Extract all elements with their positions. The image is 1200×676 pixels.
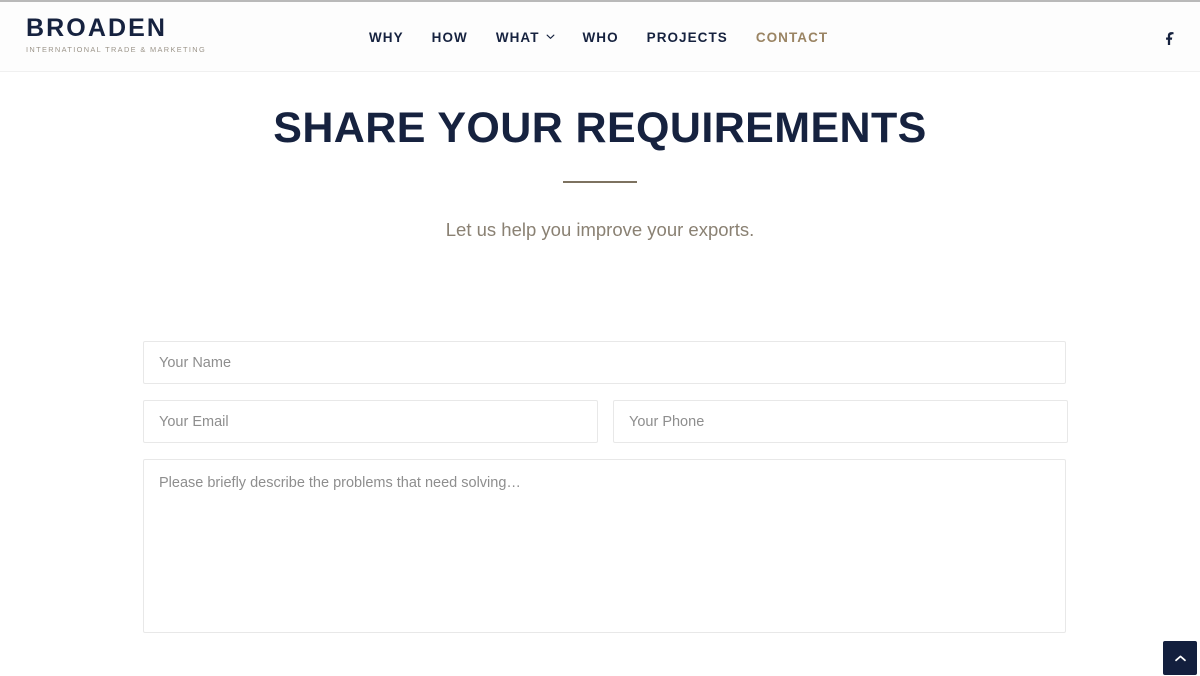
viewport-top-edge [0, 0, 1200, 2]
phone-input[interactable] [613, 400, 1068, 443]
message-textarea[interactable] [143, 459, 1066, 633]
nav-item-what[interactable]: WHAT [482, 30, 569, 45]
form-row-name [143, 341, 1066, 384]
main-navigation: WHY HOW WHAT WHO PROJECTS CONTACT [355, 2, 842, 72]
name-input[interactable] [143, 341, 1066, 384]
nav-label-why: WHY [369, 29, 404, 45]
nav-label-contact: CONTACT [755, 29, 829, 45]
page-content: SHARE YOUR REQUIREMENTS Let us help you … [0, 72, 1200, 676]
nav-item-who[interactable]: WHO [569, 30, 633, 45]
form-row-contact [143, 400, 1068, 443]
nav-label-what: WHAT [495, 29, 540, 45]
page-title: SHARE YOUR REQUIREMENTS [273, 104, 927, 152]
page-subtitle: Let us help you improve your exports. [445, 219, 755, 241]
form-row-message [143, 459, 1066, 633]
nav-item-why[interactable]: WHY [355, 30, 418, 45]
facebook-icon[interactable] [1158, 25, 1182, 49]
nav-item-how[interactable]: HOW [418, 30, 482, 45]
nav-label-projects: PROJECTS [646, 29, 728, 45]
nav-label-how: HOW [431, 29, 468, 45]
nav-label-who: WHO [582, 29, 619, 45]
brand-name: BROADEN [26, 14, 168, 42]
brand-tagline: INTERNATIONAL TRADE & MARKETING [26, 45, 207, 54]
nav-item-projects[interactable]: PROJECTS [633, 30, 742, 45]
nav-item-contact[interactable]: CONTACT [742, 30, 842, 45]
chevron-down-icon [546, 32, 555, 41]
social-links [1158, 2, 1182, 72]
contact-form [143, 341, 1068, 649]
email-input[interactable] [143, 400, 598, 443]
site-header: BROADEN INTERNATIONAL TRADE & MARKETING … [0, 2, 1200, 72]
back-to-top-button[interactable] [1163, 641, 1197, 675]
brand-logo[interactable]: BROADEN INTERNATIONAL TRADE & MARKETING [26, 14, 207, 54]
chevron-up-icon [1174, 654, 1187, 663]
